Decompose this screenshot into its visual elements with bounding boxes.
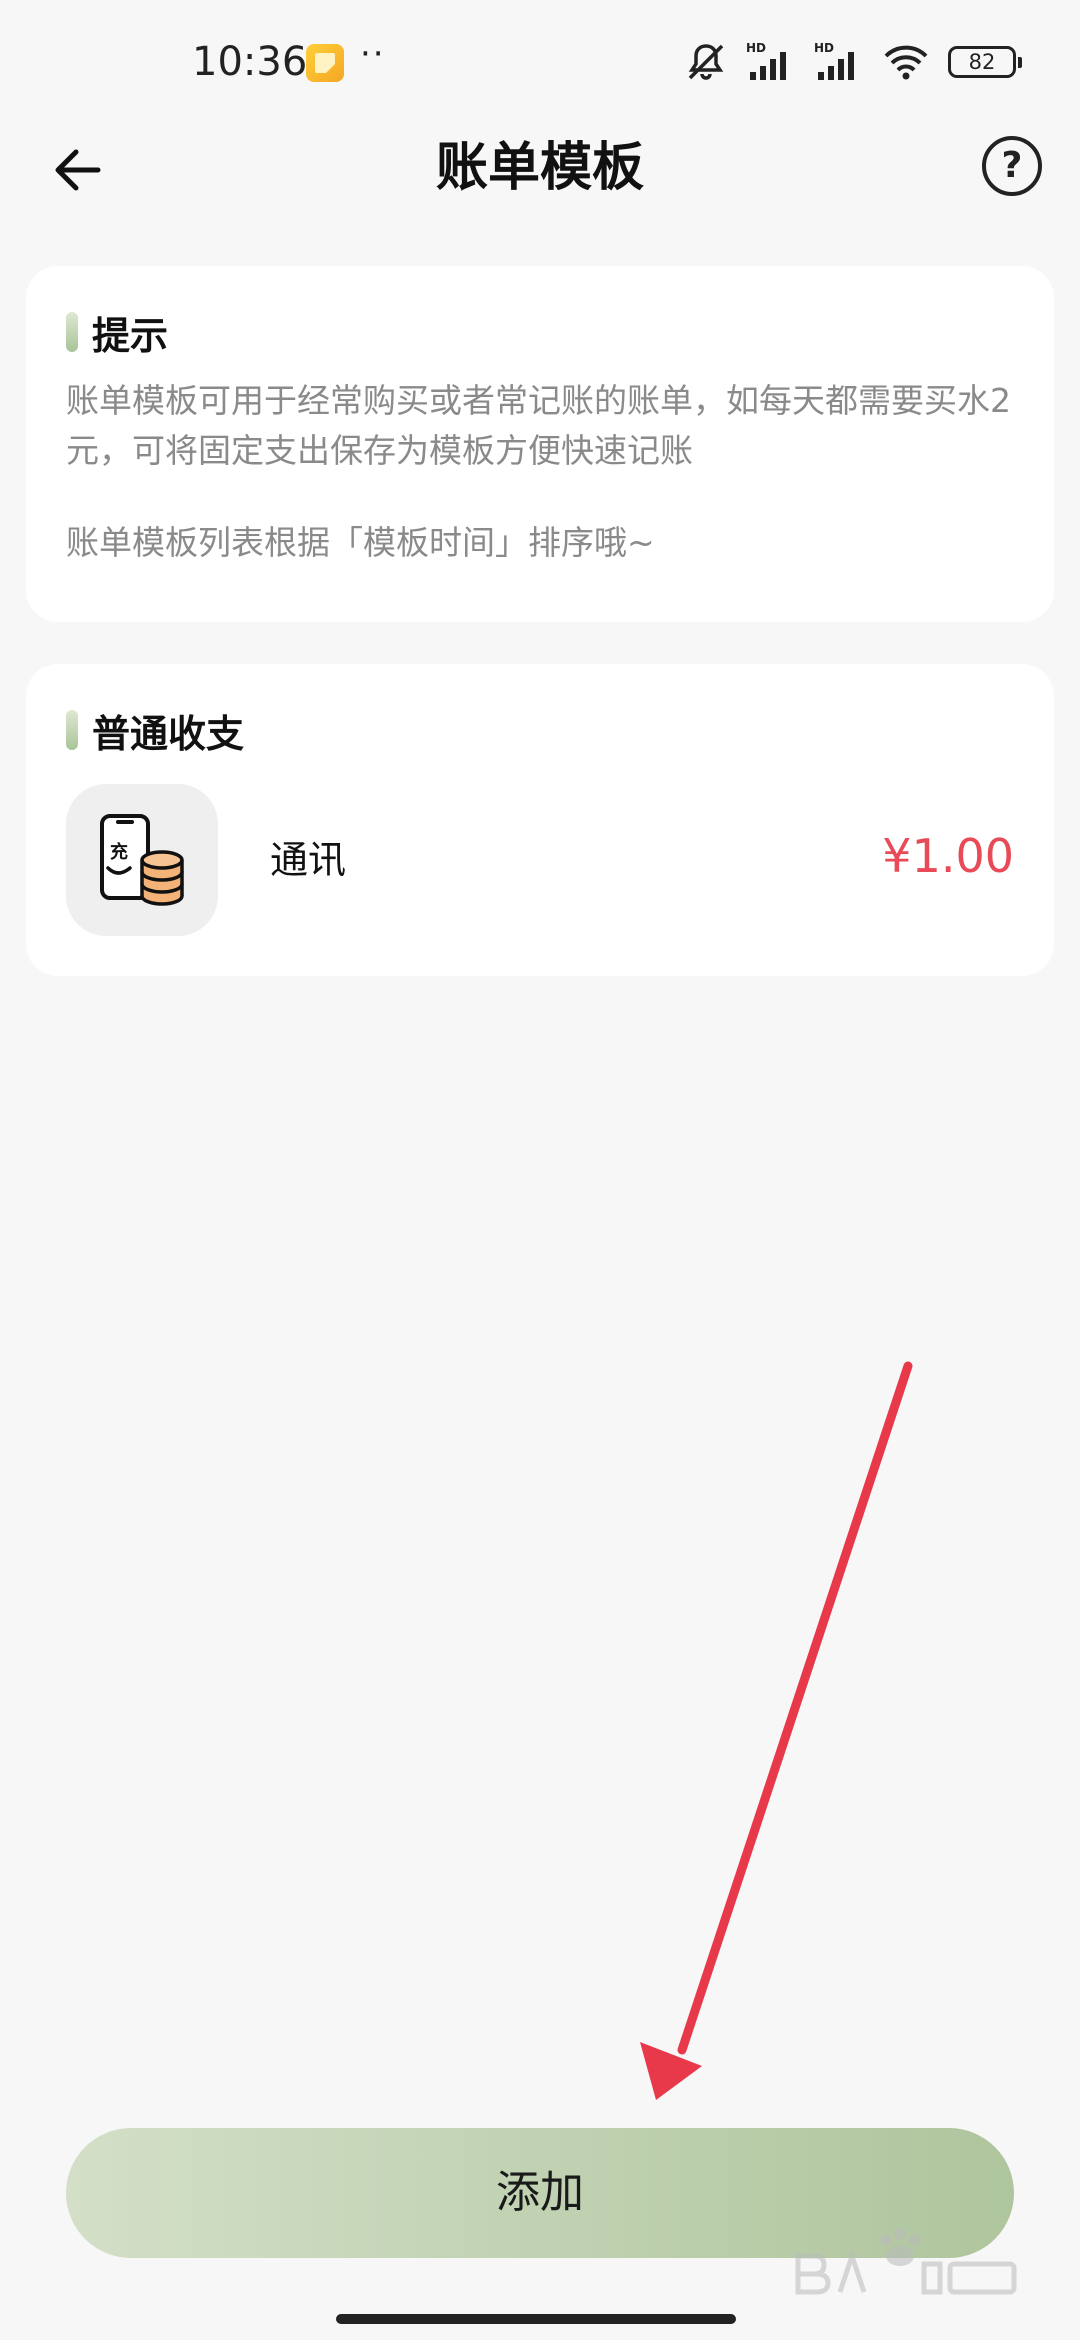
status-icons: HD HD 82 <box>684 40 1022 84</box>
bills-section-label: 普通收支 <box>92 711 245 756</box>
bills-card: 普通收支 充 通讯 ¥1.00 <box>26 664 1054 976</box>
battery-indicator: 82 <box>948 46 1022 78</box>
page-title: 账单模板 <box>435 138 644 198</box>
signal-hd-icon-2: HD <box>814 41 854 80</box>
notes-app-icon <box>306 44 344 82</box>
more-notifications-icon: ·· <box>360 34 386 74</box>
bills-section-title: 普通收支 <box>66 704 1014 756</box>
tip-card: 提示 账单模板可用于经常购买或者常记账的账单，如每天都需要买水2元，可将固定支出… <box>26 266 1054 622</box>
status-bar: 10:36 ·· HD HD 82 <box>0 0 1080 120</box>
accent-bar <box>66 710 78 750</box>
app-header: 账单模板 ? <box>0 120 1080 216</box>
baidu-watermark-icon <box>795 2228 1017 2295</box>
signal-hd-icon: HD <box>746 41 786 80</box>
bill-amount: ¥1.00 <box>882 829 1014 883</box>
phone-recharge-icon: 充 <box>66 784 218 936</box>
mute-bell-icon <box>688 44 724 80</box>
bill-name: 通讯 <box>270 838 347 882</box>
accent-bar <box>66 312 78 352</box>
recharge-label: 充 <box>110 841 128 863</box>
status-time: 10:36 <box>192 39 308 85</box>
svg-text:HD: HD <box>746 41 766 55</box>
list-item[interactable]: 充 通讯 ¥1.00 <box>66 784 1014 936</box>
wifi-icon <box>884 45 928 80</box>
tip-title: 提示 <box>66 306 1014 358</box>
tip-description: 账单模板可用于经常购买或者常记账的账单，如每天都需要买水2元，可将固定支出保存为… <box>66 381 1011 470</box>
help-button[interactable]: ? <box>982 136 1042 196</box>
tip-sort-note: 账单模板列表根据「模板时间」排序哦~ <box>66 523 655 562</box>
home-indicator[interactable] <box>336 2314 736 2324</box>
tip-title-label: 提示 <box>92 313 169 358</box>
svg-text:HD: HD <box>814 41 834 55</box>
